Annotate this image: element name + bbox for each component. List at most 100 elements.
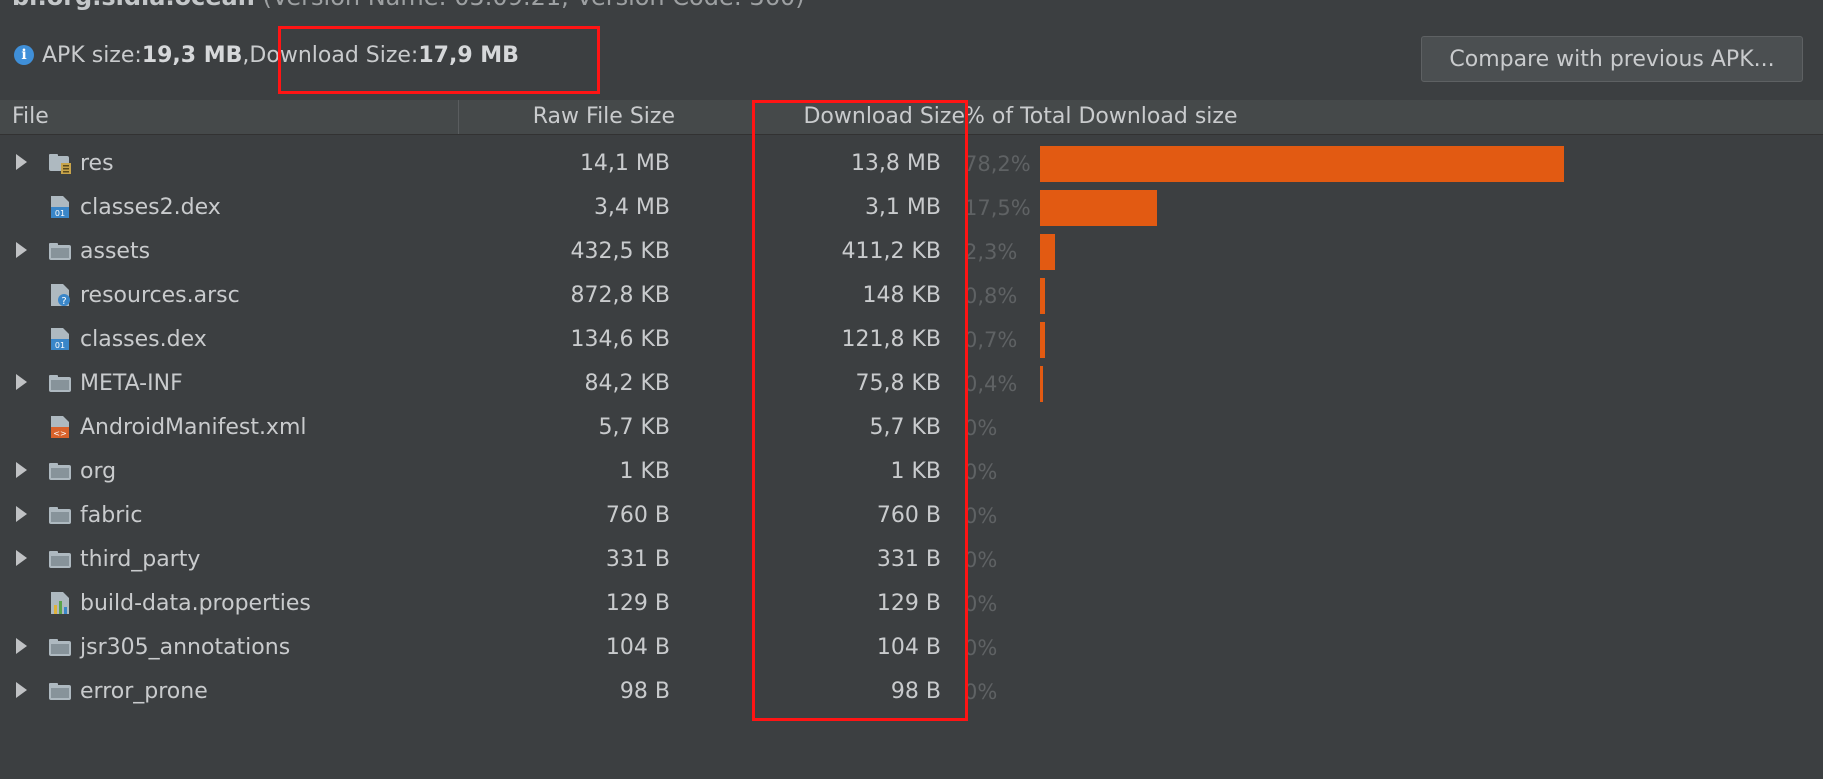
file-name: third_party (80, 547, 201, 572)
download-size: 121,8 KB (841, 327, 942, 352)
download-size: 104 B (876, 635, 941, 660)
percent-of-total: 0% (964, 636, 998, 660)
percent-of-total: 78,2% (964, 152, 1031, 176)
raw-file-size: 84,2 KB (584, 371, 671, 396)
apk-title-bar: br.org.sidia.ocean (Version Name: 05.09.… (0, 0, 1823, 10)
table-row[interactable]: build-data.properties 129 B 129 B 0% (0, 582, 1823, 626)
version-info: (Version Name: 05.09.21, Version Code: 3… (262, 0, 804, 10)
file-name: error_prone (80, 679, 208, 704)
file-name: build-data.properties (80, 591, 311, 616)
column-header-download-size[interactable]: Download Size (803, 100, 965, 134)
download-size: 129 B (876, 591, 941, 616)
table-row[interactable]: error_prone 98 B 98 B 0% (0, 670, 1823, 714)
raw-file-size: 760 B (605, 503, 670, 528)
column-header-percent[interactable]: % of Total Download size (964, 100, 1237, 134)
raw-file-size: 331 B (605, 547, 670, 572)
apk-size-value: 19,3 MB (141, 42, 243, 68)
raw-file-size: 5,7 KB (598, 415, 671, 440)
properties-file-icon (48, 590, 72, 616)
raw-file-size: 432,5 KB (570, 239, 671, 264)
xml-file-icon: <> (48, 414, 72, 440)
table-row[interactable]: META-INF 84,2 KB 75,8 KB 0,4% (0, 362, 1823, 406)
svg-text:01: 01 (55, 341, 65, 350)
column-divider[interactable] (458, 100, 459, 134)
table-row[interactable]: third_party 331 B 331 B 0% (0, 538, 1823, 582)
download-share-bar (1040, 278, 1045, 314)
download-size: 760 B (876, 503, 941, 528)
table-row[interactable]: ? resources.arsc 872,8 KB 148 KB 0,8% (0, 274, 1823, 318)
apk-analyzer-panel: br.org.sidia.ocean (Version Name: 05.09.… (0, 0, 1823, 779)
expand-arrow-icon[interactable] (16, 154, 27, 170)
download-size: 331 B (876, 547, 941, 572)
raw-file-size: 872,8 KB (570, 283, 671, 308)
file-name: classes2.dex (80, 195, 221, 220)
percent-of-total: 0% (964, 548, 998, 572)
expand-arrow-icon[interactable] (16, 462, 27, 478)
folder-icon (48, 678, 72, 704)
raw-file-size: 134,6 KB (570, 327, 671, 352)
file-name: fabric (80, 503, 143, 528)
percent-of-total: 0% (964, 592, 998, 616)
download-share-bar (1040, 190, 1157, 226)
apk-title: br.org.sidia.ocean (Version Name: 05.09.… (12, 0, 805, 10)
folder-icon (48, 546, 72, 572)
expand-arrow-icon[interactable] (16, 374, 27, 390)
package-name: br.org.sidia.ocean (12, 0, 255, 10)
raw-file-size: 129 B (605, 591, 670, 616)
download-size: 98 B (890, 679, 941, 704)
table-row[interactable]: 01 classes2.dex 3,4 MB 3,1 MB 17,5% (0, 186, 1823, 230)
raw-file-size: 104 B (605, 635, 670, 660)
expand-arrow-icon[interactable] (16, 550, 27, 566)
raw-file-size: 14,1 MB (579, 151, 670, 176)
download-size: 411,2 KB (841, 239, 942, 264)
folder-icon (48, 238, 72, 264)
download-size: 75,8 KB (855, 371, 942, 396)
folder-icon (48, 458, 72, 484)
download-size-label: Download Size: (249, 42, 419, 68)
table-row[interactable]: 01 classes.dex 134,6 KB 121,8 KB 0,7% (0, 318, 1823, 362)
percent-of-total: 0,4% (964, 372, 1018, 396)
table-row[interactable]: assets 432,5 KB 411,2 KB 2,3% (0, 230, 1823, 274)
dex-file-icon: 01 (48, 326, 72, 352)
svg-text:<>: <> (53, 429, 66, 438)
svg-text:?: ? (61, 296, 66, 307)
download-share-bar (1040, 322, 1045, 358)
expand-arrow-icon[interactable] (16, 682, 27, 698)
compare-with-previous-apk-button[interactable]: Compare with previous APK... (1421, 36, 1803, 82)
folder-icon (48, 502, 72, 528)
info-icon: i (14, 45, 34, 65)
expand-arrow-icon[interactable] (16, 638, 27, 654)
download-size: 13,8 MB (850, 151, 941, 176)
expand-arrow-icon[interactable] (16, 242, 27, 258)
table-row[interactable]: jsr305_annotations 104 B 104 B 0% (0, 626, 1823, 670)
table-row[interactable]: fabric 760 B 760 B 0% (0, 494, 1823, 538)
res-folder-icon (48, 150, 72, 176)
file-name: org (80, 459, 117, 484)
table-row[interactable]: <> AndroidManifest.xml 5,7 KB 5,7 KB 0% (0, 406, 1823, 450)
table-row[interactable]: res 14,1 MB 13,8 MB 78,2% (0, 142, 1823, 186)
column-header-file[interactable]: File (12, 100, 49, 134)
file-name: jsr305_annotations (80, 635, 291, 660)
download-share-bar (1040, 366, 1043, 402)
expand-arrow-icon[interactable] (16, 506, 27, 522)
folder-icon (48, 370, 72, 396)
file-tree-table: res 14,1 MB 13,8 MB 78,2% 01 classes2.dex 3,4 … (0, 142, 1823, 714)
file-name: classes.dex (80, 327, 207, 352)
download-share-bar (1040, 234, 1055, 270)
percent-of-total: 2,3% (964, 240, 1018, 264)
arsc-file-icon: ? (48, 282, 72, 308)
apk-size-label: APK size: (42, 42, 142, 68)
svg-text:01: 01 (55, 209, 65, 218)
summary-separator: , (242, 42, 250, 68)
column-header-raw-size[interactable]: Raw File Size (533, 100, 675, 134)
download-size: 148 KB (862, 283, 941, 308)
file-name: resources.arsc (80, 283, 240, 308)
table-row[interactable]: org 1 KB 1 KB 0% (0, 450, 1823, 494)
file-name: res (80, 151, 114, 176)
raw-file-size: 1 KB (619, 459, 670, 484)
download-size: 5,7 KB (869, 415, 942, 440)
percent-of-total: 0% (964, 504, 998, 528)
percent-of-total: 0% (964, 416, 998, 440)
raw-file-size: 3,4 MB (593, 195, 670, 220)
percent-of-total: 0,8% (964, 284, 1018, 308)
